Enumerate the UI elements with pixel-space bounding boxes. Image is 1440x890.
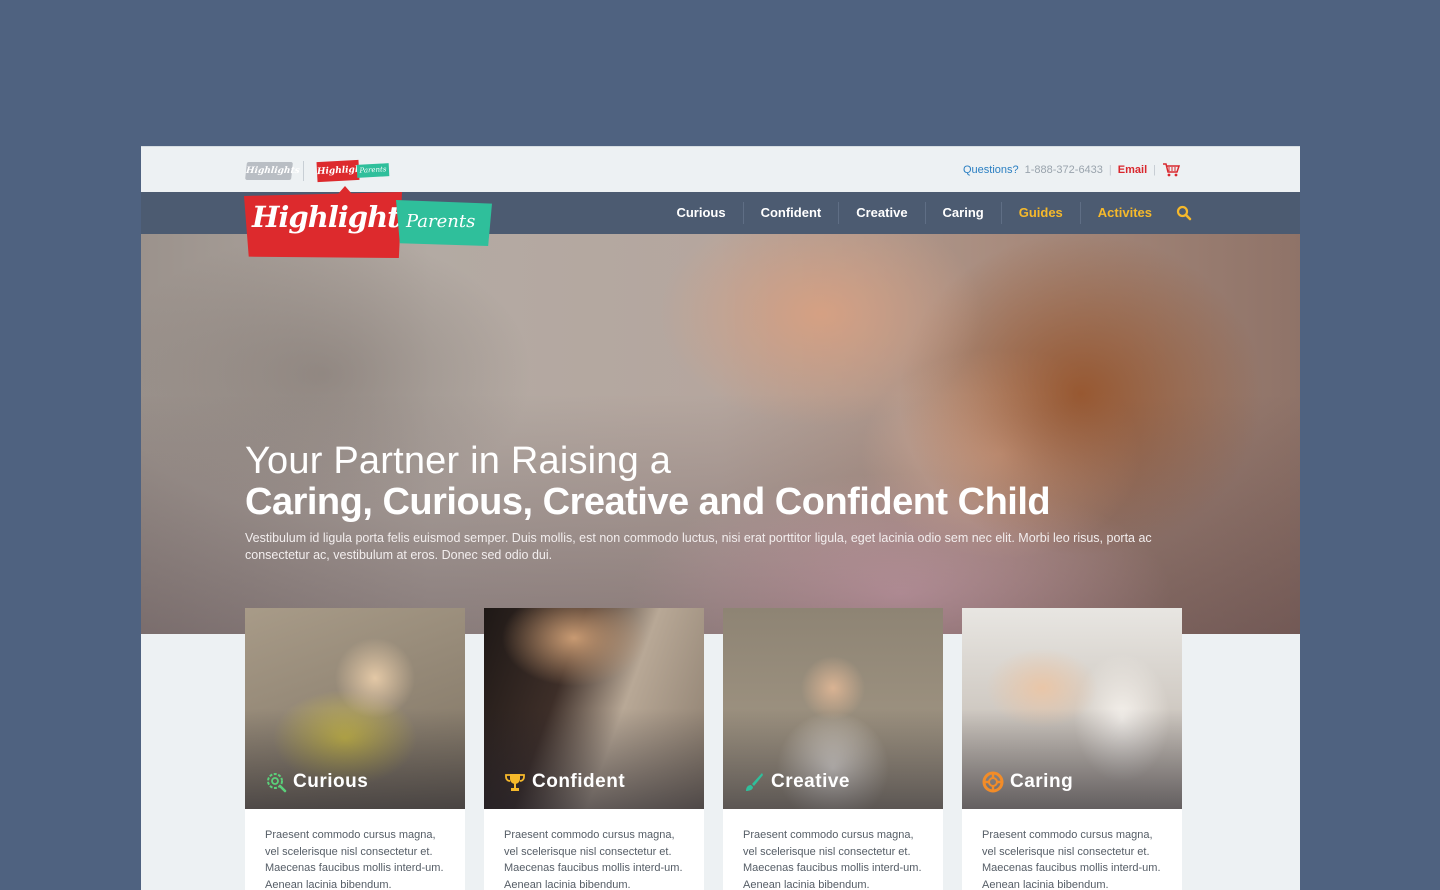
hero-heading-bold: Caring, Curious, Creative and Confident … xyxy=(245,481,1051,523)
card-image: Curious xyxy=(245,608,465,809)
lifebuoy-icon xyxy=(982,771,1004,793)
magnifier-cloud-icon xyxy=(265,771,287,793)
cart-icon[interactable] xyxy=(1162,163,1181,177)
brand-divider xyxy=(303,161,304,181)
phone-number[interactable]: 1-888-372-6433 xyxy=(1025,164,1103,176)
nav-item-confident[interactable]: Confident xyxy=(742,202,839,224)
nav-item-caring[interactable]: Caring xyxy=(924,202,1001,224)
nav-item-creative[interactable]: Creative xyxy=(838,202,924,224)
nav-menu: Curious Confident Creative Caring Guides… xyxy=(659,192,1193,234)
card-title: Confident xyxy=(504,771,625,793)
logo-green-badge: Parents xyxy=(396,200,492,246)
card-caring[interactable]: Caring Praesent commodo cursus magna, ve… xyxy=(962,608,1182,890)
highlights-parents-logo[interactable]: Highlights Parents xyxy=(244,186,494,258)
card-creative[interactable]: Creative Praesent commodo cursus magna, … xyxy=(723,608,943,890)
card-image: Creative xyxy=(723,608,943,809)
nav-item-guides[interactable]: Guides xyxy=(1000,202,1080,224)
card-body: Praesent commodo cursus magna, vel scele… xyxy=(743,829,922,890)
logo-notch xyxy=(338,186,352,194)
separator: | xyxy=(1153,164,1156,176)
questions-link[interactable]: Questions? xyxy=(963,164,1019,176)
trophy-icon xyxy=(504,771,526,793)
card-image: Confident xyxy=(484,608,704,809)
card-body: Praesent commodo cursus magna, vel scele… xyxy=(504,829,683,890)
highlights-brand-link[interactable]: Highlights xyxy=(245,162,300,180)
hero-text: Your Partner in Raising a Caring, Curiou… xyxy=(245,440,1185,564)
nav-item-activites[interactable]: Activites xyxy=(1079,202,1169,224)
card-body: Praesent commodo cursus magna, vel scele… xyxy=(265,829,444,890)
hero-heading-light: Your Partner in Raising a xyxy=(245,440,672,482)
card-curious[interactable]: Curious Praesent commodo cursus magna, v… xyxy=(245,608,465,890)
card-title-text: Caring xyxy=(1010,771,1074,792)
card-title: Caring xyxy=(982,771,1073,793)
browser-page: Highlights Highlights Parents Questions?… xyxy=(141,146,1300,890)
logo-red-badge: Highlights xyxy=(244,192,402,258)
card-confident[interactable]: Confident Praesent commodo cursus magna,… xyxy=(484,608,704,890)
nav-item-curious[interactable]: Curious xyxy=(659,202,742,224)
card-image: Caring xyxy=(962,608,1182,809)
logo-sub: Parents xyxy=(406,211,476,232)
card-title-text: Curious xyxy=(293,771,369,792)
separator: | xyxy=(1108,164,1112,176)
email-link[interactable]: Email xyxy=(1118,164,1147,176)
paintbrush-icon xyxy=(743,771,765,793)
card-title-text: Confident xyxy=(532,771,626,792)
hero-banner: Your Partner in Raising a Caring, Curiou… xyxy=(141,234,1300,634)
contact-links: Questions? 1-888-372-6433 | Email | xyxy=(963,163,1181,177)
card-body: Praesent commodo cursus magna, vel scele… xyxy=(982,829,1161,890)
card-title: Creative xyxy=(743,771,850,793)
logo-wordmark: Highlights xyxy=(252,200,415,234)
hero-description: Vestibulum id ligula porta felis euismod… xyxy=(245,531,1152,562)
highlights-parents-brand-tag: Parents xyxy=(356,163,390,178)
highlights-parents-brand-link[interactable]: Highlights xyxy=(316,159,371,183)
search-icon[interactable] xyxy=(1175,204,1193,222)
card-title: Curious xyxy=(265,771,368,793)
card-title-text: Creative xyxy=(771,771,850,792)
category-cards: Curious Praesent commodo cursus magna, v… xyxy=(245,608,1182,890)
utility-bar: Highlights Highlights Parents Questions?… xyxy=(141,146,1300,192)
